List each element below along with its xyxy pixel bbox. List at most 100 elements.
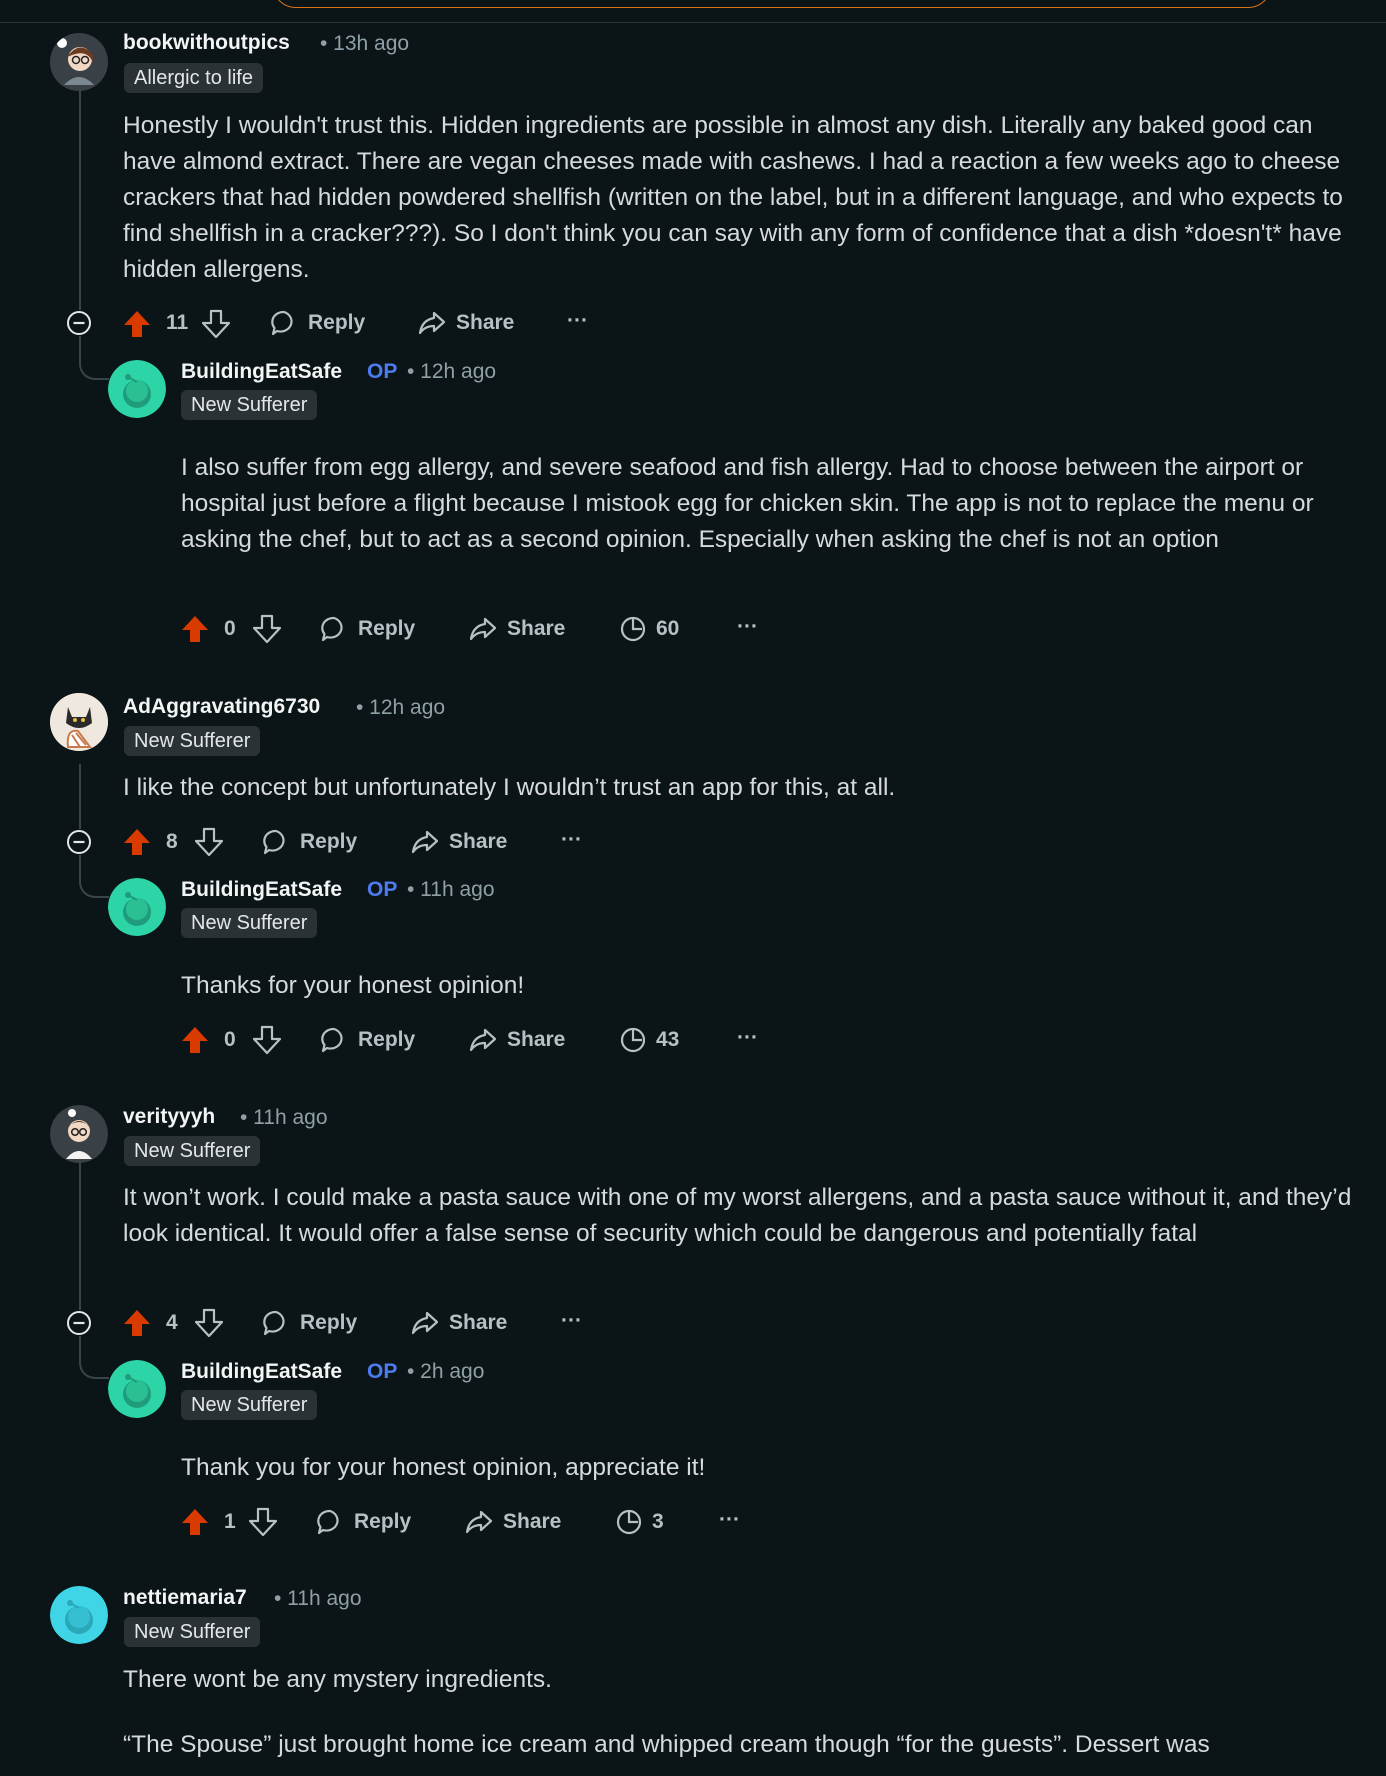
arrow-down-icon xyxy=(195,1308,223,1338)
clock-icon xyxy=(620,1027,646,1053)
op-badge: OP xyxy=(367,1360,398,1383)
share-button[interactable]: Share xyxy=(469,1022,565,1058)
reply-button[interactable]: Reply xyxy=(270,305,365,341)
vote-count: 0 xyxy=(224,1028,236,1051)
downvote-button[interactable] xyxy=(253,1022,281,1058)
more-options-button[interactable]: ··· xyxy=(719,1502,740,1538)
comment-timestamp[interactable]: • 12h ago xyxy=(356,696,445,720)
share-arrow-icon xyxy=(469,1028,497,1052)
arrow-up-filled-icon xyxy=(182,1509,208,1535)
thread-line[interactable] xyxy=(79,90,81,318)
more-options-button[interactable]: ··· xyxy=(737,1020,758,1056)
ellipsis-icon: ··· xyxy=(719,1508,740,1531)
share-button[interactable]: Share xyxy=(418,305,514,341)
upvote-button[interactable] xyxy=(181,1022,209,1058)
comment-author[interactable]: nettiemaria7 xyxy=(123,1586,247,1610)
comment-author[interactable]: BuildingEatSafe xyxy=(181,1360,342,1384)
reply-label: Reply xyxy=(354,1510,412,1533)
arrow-down-icon xyxy=(202,309,230,339)
view-count: 43 xyxy=(656,1028,680,1051)
collapse-thread-button[interactable] xyxy=(66,310,92,336)
more-options-button[interactable]: ··· xyxy=(561,822,582,858)
comment-timestamp[interactable]: • 13h ago xyxy=(320,32,409,56)
reply-button[interactable]: Reply xyxy=(316,1504,411,1540)
more-options-button[interactable]: ··· xyxy=(567,303,588,339)
comment-body: There wont be any mystery ingredients. xyxy=(123,1666,552,1693)
share-button[interactable]: Share xyxy=(469,611,565,647)
share-arrow-icon xyxy=(411,1311,439,1335)
more-options-button[interactable]: ··· xyxy=(737,609,758,645)
comment-author[interactable]: BuildingEatSafe xyxy=(181,360,342,384)
comment-author[interactable]: verityyyh xyxy=(123,1105,215,1129)
arrow-up-filled-icon xyxy=(182,1027,208,1053)
ellipsis-icon: ··· xyxy=(561,828,582,851)
comment-timestamp[interactable]: • 11h ago xyxy=(407,878,495,902)
comment-body: It won’t work. I could make a pasta sauc… xyxy=(123,1184,1352,1247)
share-button[interactable]: Share xyxy=(411,1305,507,1341)
comment-timestamp[interactable]: • 12h ago xyxy=(407,360,496,384)
top-bar xyxy=(0,0,1386,23)
share-arrow-icon xyxy=(465,1510,493,1534)
collapse-thread-button[interactable] xyxy=(66,829,92,855)
upvote-button[interactable] xyxy=(123,1305,151,1341)
views-button[interactable]: 3 xyxy=(616,1504,664,1540)
speech-bubble-icon xyxy=(321,616,343,642)
reply-label: Reply xyxy=(300,830,358,853)
view-count: 60 xyxy=(656,617,680,640)
upvote-button[interactable] xyxy=(123,306,151,342)
avatar[interactable] xyxy=(50,1586,108,1644)
share-label: Share xyxy=(449,1311,508,1334)
speech-bubble-icon xyxy=(263,829,285,855)
user-flair: New Sufferer xyxy=(124,726,261,756)
comment-timestamp[interactable]: • 2h ago xyxy=(407,1360,484,1384)
comment-author[interactable]: AdAggravating6730 xyxy=(123,695,320,719)
reply-button[interactable]: Reply xyxy=(320,1022,415,1058)
avatar[interactable] xyxy=(108,878,166,936)
user-flair: New Sufferer xyxy=(181,390,318,420)
arrow-down-icon xyxy=(253,1025,281,1055)
share-label: Share xyxy=(456,311,515,334)
thread-line[interactable] xyxy=(79,1145,81,1321)
ellipsis-icon: ··· xyxy=(737,615,758,638)
avatar[interactable] xyxy=(50,1105,108,1163)
share-arrow-icon xyxy=(411,830,439,854)
arrow-down-icon xyxy=(195,827,223,857)
comment-timestamp[interactable]: • 11h ago xyxy=(240,1106,328,1130)
avatar[interactable] xyxy=(50,693,108,751)
share-button[interactable]: Share xyxy=(465,1504,561,1540)
avatar[interactable] xyxy=(108,360,166,418)
upvote-button[interactable] xyxy=(181,1504,209,1540)
op-badge: OP xyxy=(367,360,398,383)
downvote-button[interactable] xyxy=(202,306,230,342)
upvote-button[interactable] xyxy=(123,824,151,860)
downvote-button[interactable] xyxy=(195,1305,223,1341)
ellipsis-icon: ··· xyxy=(567,309,588,332)
comment-body: Thanks for your honest opinion! xyxy=(181,972,525,999)
upvote-button[interactable] xyxy=(181,611,209,647)
collapse-thread-button[interactable] xyxy=(66,1310,92,1336)
reply-button[interactable]: Reply xyxy=(320,611,415,647)
vote-count: 0 xyxy=(224,617,236,640)
reply-label: Reply xyxy=(300,1311,358,1334)
arrow-up-filled-icon xyxy=(182,616,208,642)
downvote-button[interactable] xyxy=(195,824,223,860)
clock-icon xyxy=(616,1509,642,1535)
speech-bubble-icon xyxy=(321,1027,343,1053)
vote-count: 11 xyxy=(166,311,189,334)
views-button[interactable]: 60 xyxy=(620,611,679,647)
reply-button[interactable]: Reply xyxy=(262,1305,357,1341)
comment-timestamp[interactable]: • 11h ago xyxy=(274,1587,362,1611)
more-options-button[interactable]: ··· xyxy=(561,1303,582,1339)
vote-count: 1 xyxy=(224,1510,236,1533)
share-arrow-icon xyxy=(469,617,497,641)
reply-button[interactable]: Reply xyxy=(262,824,357,860)
comment-author[interactable]: BuildingEatSafe xyxy=(181,878,342,902)
downvote-button[interactable] xyxy=(249,1504,277,1540)
avatar[interactable] xyxy=(50,33,108,91)
avatar[interactable] xyxy=(108,1360,166,1418)
downvote-button[interactable] xyxy=(253,611,281,647)
search-bar[interactable] xyxy=(272,0,1272,8)
views-button[interactable]: 43 xyxy=(620,1022,679,1058)
comment-author[interactable]: bookwithoutpics xyxy=(123,31,290,55)
share-button[interactable]: Share xyxy=(411,824,507,860)
